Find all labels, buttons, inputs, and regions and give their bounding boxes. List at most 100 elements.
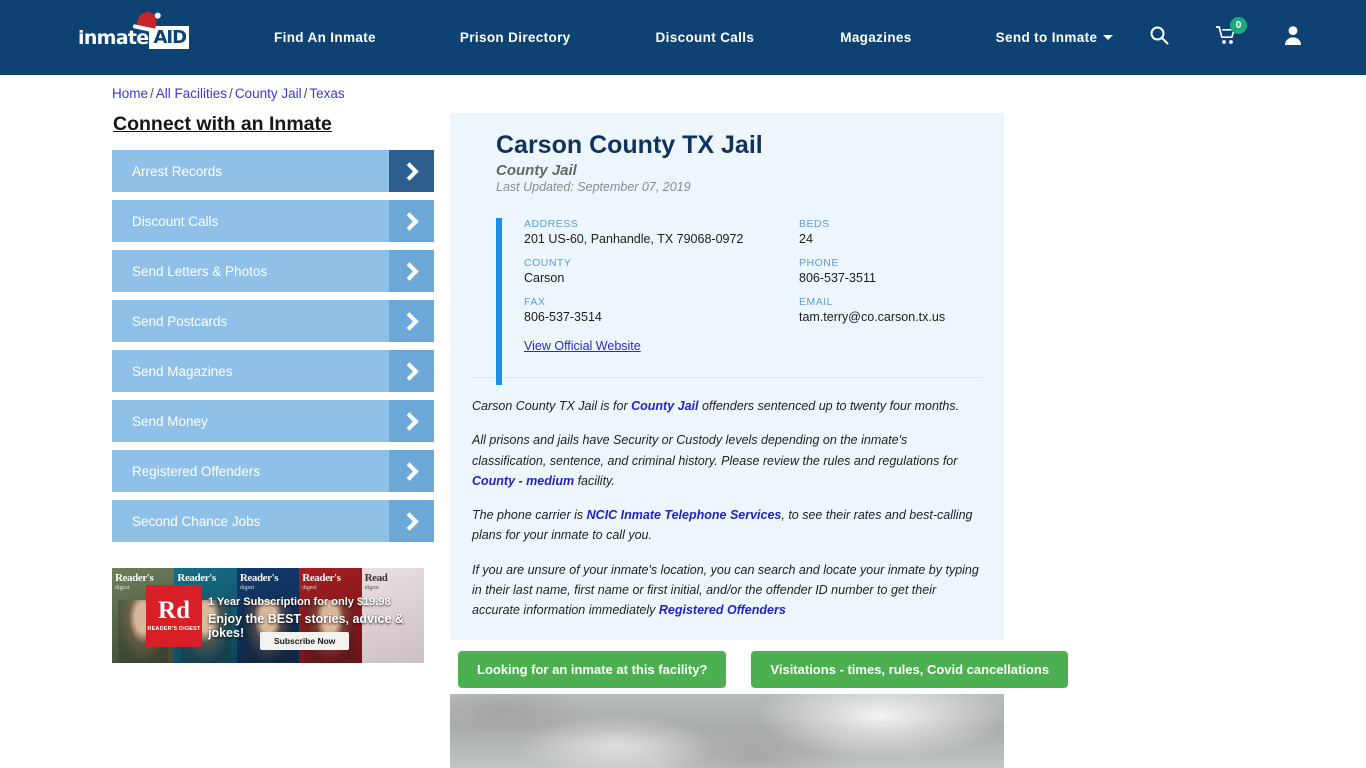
sidebar-item-registered-offenders[interactable]: Registered Offenders xyxy=(112,450,434,492)
detail-value: 24 xyxy=(799,232,813,246)
link-ncic-telephone-services[interactable]: NCIC Inmate Telephone Services xyxy=(587,508,782,522)
link-registered-offenders[interactable]: Registered Offenders xyxy=(659,603,786,617)
sidebar-item-label: Send Letters & Photos xyxy=(132,263,268,279)
paragraph-2-text-a: All prisons and jails have Security or C… xyxy=(472,433,958,468)
paragraph-1-text-b: offenders sentenced up to twenty four mo… xyxy=(698,399,960,413)
detail-value: 806-537-3511 xyxy=(799,271,876,285)
logo-wordmark: inmate xyxy=(78,26,149,49)
nav-item-prison-directory[interactable]: Prison Directory xyxy=(460,30,571,45)
detail-email: EMAIL tam.terry@co.carson.tx.us xyxy=(799,296,980,324)
facility-type: County Jail xyxy=(496,162,577,179)
facility-description: Carson County TX Jail is for County Jail… xyxy=(472,378,982,640)
breadcrumb-item-county-jail[interactable]: County Jail xyxy=(235,86,302,101)
chevron-down-icon xyxy=(1103,35,1114,40)
breadcrumb-item-texas[interactable]: Texas xyxy=(309,86,344,101)
ad-cover-title: Reader's xyxy=(177,572,216,584)
nav-item-discount-calls[interactable]: Discount Calls xyxy=(656,30,755,45)
description-paragraph-2: All prisons and jails have Security or C… xyxy=(472,430,982,491)
sidebar-item-discount-calls[interactable]: Discount Calls xyxy=(112,200,434,242)
sidebar-item-label: Send Money xyxy=(132,413,208,429)
chevron-right-icon xyxy=(389,500,434,542)
header-icon-group: 0 xyxy=(1149,0,1302,75)
ad-cover-title: Reader's xyxy=(115,572,154,584)
breadcrumb: Home / All Facilities / County Jail / Texas xyxy=(112,86,345,101)
nav-item-magazines[interactable]: Magazines xyxy=(840,30,911,45)
ad-brand-mark: Rd xyxy=(158,597,190,625)
chevron-right-icon xyxy=(389,150,434,192)
site-header: inmate AID Find An Inmate Prison Directo… xyxy=(0,0,1366,75)
ad-brand-name: READER'S DIGEST xyxy=(147,626,201,633)
site-logo[interactable]: inmate AID xyxy=(78,9,190,55)
ad-cover-subtitle: digest xyxy=(302,585,317,591)
detail-label: BEDS xyxy=(799,218,830,230)
breadcrumb-separator: / xyxy=(303,86,308,101)
detail-value: Carson xyxy=(524,271,565,285)
description-paragraph-1: Carson County TX Jail is for County Jail… xyxy=(472,396,982,416)
advertisement-banner[interactable]: Reader's digest Reader's digest Reader's… xyxy=(112,568,424,663)
breadcrumb-item-home[interactable]: Home xyxy=(112,86,148,101)
breadcrumb-separator: / xyxy=(150,86,154,101)
ad-brand-logo: Rd READER'S DIGEST xyxy=(146,585,202,647)
chevron-right-icon xyxy=(389,250,434,292)
detail-fax: FAX 806-537-3514 xyxy=(524,296,799,324)
sidebar-item-second-chance-jobs[interactable]: Second Chance Jobs xyxy=(112,500,434,542)
paragraph-3-text-a: The phone carrier is xyxy=(472,508,587,522)
sidebar-title: Connect with an Inmate xyxy=(113,113,332,135)
nav-item-send-to-inmate-label: Send to Inmate xyxy=(995,30,1098,45)
link-county-jail[interactable]: County Jail xyxy=(631,399,698,413)
sidebar-item-send-letters-photos[interactable]: Send Letters & Photos xyxy=(112,250,434,292)
sidebar-item-send-money[interactable]: Send Money xyxy=(112,400,434,442)
shopping-cart-icon[interactable]: 0 xyxy=(1216,16,1247,50)
chevron-right-icon xyxy=(389,350,434,392)
cta-button-row: Looking for an inmate at this facility? … xyxy=(458,651,1069,688)
sidebar-item-label: Registered Offenders xyxy=(132,463,261,479)
chevron-right-icon xyxy=(389,400,434,442)
link-county-medium[interactable]: County - medium xyxy=(472,474,574,488)
sidebar-item-arrest-records[interactable]: Arrest Records xyxy=(112,150,434,192)
details-accent-bar xyxy=(496,218,502,385)
ad-cover-subtitle: digest xyxy=(239,585,255,591)
detail-label: COUNTY xyxy=(524,257,572,269)
sidebar-item-label: Send Magazines xyxy=(132,363,233,379)
sidebar: Connect with an Inmate Arrest Records Di… xyxy=(112,113,434,550)
facility-info-card: Carson County TX Jail County Jail Last U… xyxy=(450,113,1004,641)
ad-headline-primary: 1 Year Subscription for only $19.98 xyxy=(208,596,391,608)
detail-label: EMAIL xyxy=(799,296,834,308)
ad-subscribe-button[interactable]: Subscribe Now xyxy=(260,632,350,650)
main-navigation: Find An Inmate Prison Directory Discount… xyxy=(274,30,1114,45)
last-updated-text: Last Updated: September 07, 2019 xyxy=(496,180,691,194)
sidebar-item-label: Send Postcards xyxy=(132,313,228,329)
ad-cover-subtitle: digest xyxy=(115,585,130,591)
description-paragraph-3: The phone carrier is NCIC Inmate Telepho… xyxy=(472,505,982,546)
nav-item-send-to-inmate[interactable]: Send to Inmate xyxy=(996,30,1114,45)
detail-label: ADDRESS xyxy=(524,218,579,230)
sidebar-item-label: Discount Calls xyxy=(132,213,219,229)
sidebar-item-label: Second Chance Jobs xyxy=(132,513,261,529)
looking-for-inmate-button[interactable]: Looking for an inmate at this facility? xyxy=(458,651,727,688)
ad-cover-title: Reader's xyxy=(239,572,279,584)
detail-value: 201 US-60, Panhandle, TX 79068-0972 xyxy=(524,232,744,246)
detail-value: 806-537-3514 xyxy=(524,310,602,324)
nav-item-find-an-inmate[interactable]: Find An Inmate xyxy=(274,30,376,45)
facility-photo xyxy=(450,694,1004,768)
sidebar-item-send-postcards[interactable]: Send Postcards xyxy=(112,300,434,342)
user-account-icon[interactable] xyxy=(1284,25,1302,50)
visitations-info-button[interactable]: Visitations - times, rules, Covid cancel… xyxy=(751,651,1069,688)
view-official-website-link[interactable]: View Official Website xyxy=(524,339,641,353)
ad-cover-title: Reader's xyxy=(302,572,341,584)
search-icon[interactable] xyxy=(1149,25,1169,50)
description-paragraph-4: If you are unsure of your inmate's locat… xyxy=(472,560,982,621)
paragraph-1-text-a: Carson County TX Jail is for xyxy=(472,399,632,413)
chevron-right-icon xyxy=(389,450,434,492)
detail-phone: PHONE 806-537-3511 xyxy=(799,257,980,285)
chevron-right-icon xyxy=(389,300,434,342)
facility-details: ADDRESS 201 US-60, Panhandle, TX 79068-0… xyxy=(496,218,980,385)
chevron-right-icon xyxy=(389,200,434,242)
sidebar-item-send-magazines[interactable]: Send Magazines xyxy=(112,350,434,392)
detail-beds: BEDS 24 xyxy=(799,218,980,246)
sidebar-item-label: Arrest Records xyxy=(132,163,223,179)
detail-value: tam.terry@co.carson.tx.us xyxy=(799,310,946,324)
breadcrumb-item-all-facilities[interactable]: All Facilities xyxy=(156,86,227,101)
breadcrumb-separator: / xyxy=(229,86,233,101)
ad-cover-title: Read xyxy=(364,572,388,584)
